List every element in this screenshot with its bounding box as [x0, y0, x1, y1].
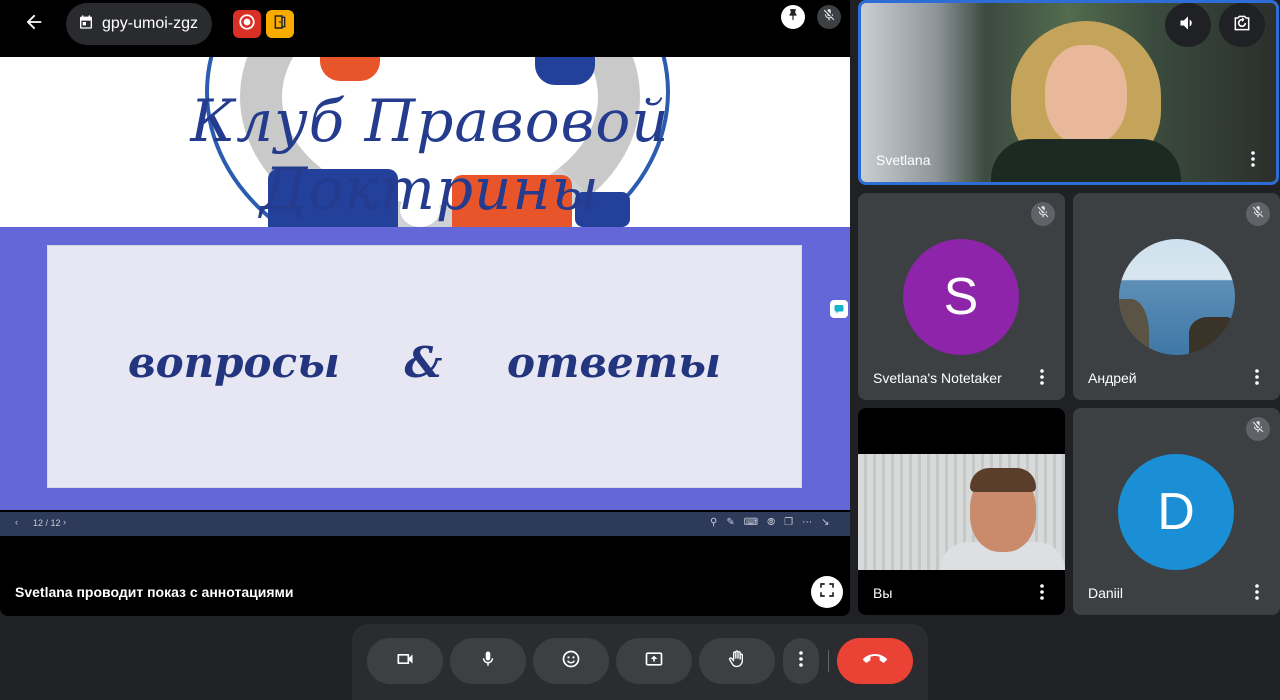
mic-off-icon [1251, 205, 1265, 224]
pin-presentation-button[interactable] [781, 5, 805, 29]
participant-more-button[interactable] [1248, 583, 1266, 605]
logo-puzzle-piece [320, 57, 380, 81]
avatar [1119, 239, 1235, 355]
top-bar: gpy-umoi-zgz [0, 0, 850, 57]
meeting-code: gpy-umoi-zgz [102, 15, 199, 32]
back-button[interactable] [12, 4, 56, 44]
participant-mute-indicator [1031, 202, 1055, 226]
record-icon [238, 13, 256, 36]
logo-puzzle-piece [535, 57, 595, 85]
participant-name: Daniil [1088, 585, 1124, 601]
participant-tile-daniil[interactable]: D Daniil [1073, 408, 1280, 615]
raise-hand-button[interactable] [699, 638, 775, 684]
mic-off-icon [1251, 420, 1265, 439]
speaker-figure [991, 21, 1181, 182]
slide-body: вопросы & ответы [0, 227, 850, 510]
pin-icon [786, 8, 800, 27]
calendar-icon [78, 14, 94, 35]
arrow-left-icon [23, 11, 45, 38]
more-options-button[interactable] [783, 638, 819, 684]
more-vertical-icon [1255, 583, 1259, 605]
present-screen-button[interactable] [616, 638, 692, 684]
participant-more-button[interactable] [1248, 368, 1266, 390]
participant-mute-indicator [1246, 417, 1270, 441]
more-vertical-icon [1255, 368, 1259, 390]
call-controls-toolbar [352, 624, 928, 700]
mic-icon [479, 650, 497, 673]
participant-name: Svetlana's Notetaker [873, 370, 1002, 386]
mic-off-icon [1036, 205, 1050, 224]
recording-badge[interactable] [233, 10, 261, 38]
prev-slide-icon[interactable]: ‹ [15, 517, 18, 527]
emoji-icon [561, 649, 581, 674]
camera-rotate-icon [1232, 13, 1252, 38]
zoom-icon[interactable]: ⚲ [710, 517, 717, 528]
speaker-volume-button[interactable] [1165, 3, 1211, 47]
camera-icon [395, 649, 415, 674]
participant-name: Svetlana [876, 152, 931, 168]
window-icon[interactable]: ❐ [784, 517, 793, 528]
more-horizontal-icon[interactable]: ⋯ [802, 517, 812, 528]
chat-bubble-icon[interactable] [830, 300, 848, 318]
participant-mute-indicator [1246, 202, 1270, 226]
slide-title: Клуб Правовой Доктрины [190, 87, 670, 223]
present-screen-icon [644, 649, 664, 674]
more-vertical-icon [799, 650, 803, 672]
slide-control-icons: ⚲ ✎ ⌨ ⦾ ❐ ⋯ ↘ [710, 517, 830, 528]
mic-off-icon [822, 8, 836, 27]
participant-tile-notetaker[interactable]: S Svetlana's Notetaker [858, 193, 1065, 400]
participant-more-button[interactable] [1244, 150, 1262, 172]
toolbar-divider [828, 650, 829, 672]
participant-name: Андрей [1088, 370, 1137, 386]
exit-fullscreen-icon[interactable]: ↘ [821, 517, 829, 528]
more-vertical-icon [1040, 368, 1044, 390]
slide-controls: ‹ 12 / 12 › ⚲ ✎ ⌨ ⦾ ❐ ⋯ ↘ [0, 512, 850, 536]
more-vertical-icon [1040, 583, 1044, 605]
presenter-mute-indicator [817, 5, 841, 29]
participant-name: Вы [873, 585, 893, 601]
slide-body-text: вопросы & ответы [128, 338, 721, 387]
raise-hand-icon [727, 649, 747, 674]
participant-more-button[interactable] [1033, 368, 1051, 390]
volume-icon [1178, 13, 1198, 38]
participant-tile-self[interactable]: Вы [858, 408, 1065, 615]
presenter-caption: Svetlana проводит показ с аннотациями [15, 584, 294, 600]
self-video [858, 454, 1065, 570]
door-icon [272, 13, 288, 36]
end-call-button[interactable] [837, 638, 913, 684]
slide-card: вопросы & ответы [47, 245, 802, 488]
presentation-stage: Клуб Правовой Доктрины вопросы & ответы … [0, 57, 850, 616]
camera-button[interactable] [367, 638, 443, 684]
avatar: D [1118, 454, 1234, 570]
end-call-icon [863, 647, 887, 676]
participant-more-button[interactable] [1033, 583, 1051, 605]
broadcast-icon[interactable]: ⦾ [767, 517, 775, 528]
fullscreen-icon [818, 581, 836, 604]
captions-icon[interactable]: ⌨ [744, 517, 758, 528]
slide-header: Клуб Правовой Доктрины [0, 57, 850, 227]
avatar: S [903, 239, 1019, 355]
participant-tile-andrey[interactable]: Андрей [1073, 193, 1280, 400]
fullscreen-button[interactable] [811, 576, 843, 608]
more-vertical-icon [1251, 150, 1255, 172]
microphone-button[interactable] [450, 638, 526, 684]
companion-mode-badge[interactable] [266, 10, 294, 38]
slide-page-indicator: 12 / 12 [33, 518, 61, 528]
reactions-button[interactable] [533, 638, 609, 684]
next-slide-icon[interactable]: › [63, 517, 66, 527]
laser-pointer-icon[interactable]: ✎ [726, 517, 734, 528]
participant-tile-svetlana[interactable]: Svetlana [858, 0, 1279, 185]
switch-camera-button[interactable] [1219, 3, 1265, 47]
meeting-code-chip[interactable]: gpy-umoi-zgz [66, 3, 213, 45]
